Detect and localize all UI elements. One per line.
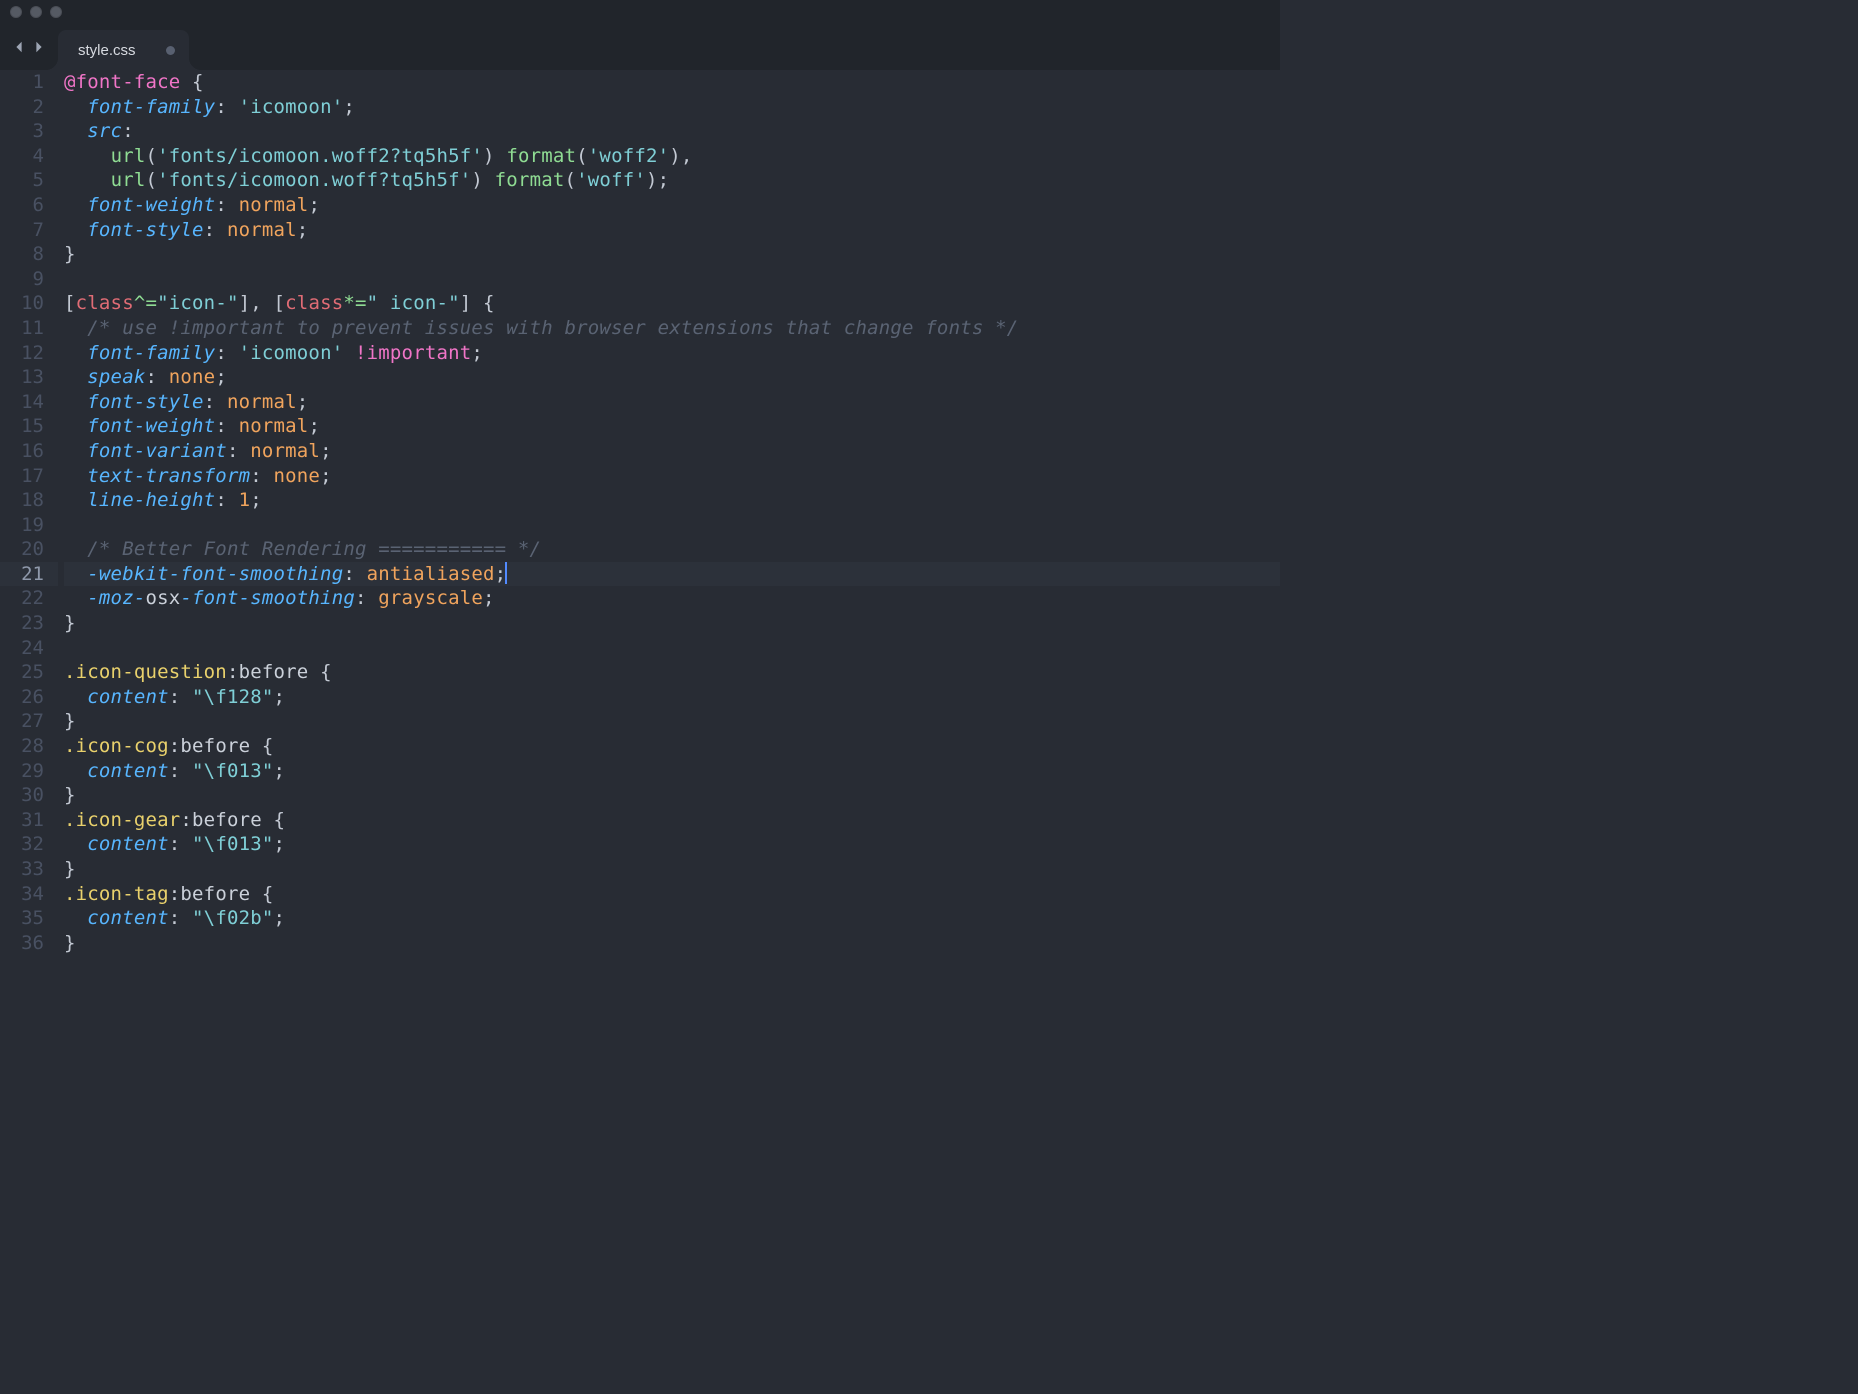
code-line[interactable]: src: [64,119,1280,144]
line-number: 32 [0,832,44,857]
code-line[interactable]: url('fonts/icomoon.woff?tq5h5f') format(… [64,168,1280,193]
code-line[interactable]: .icon-gear:before { [64,808,1280,833]
code-line[interactable]: } [64,783,1280,808]
code-line[interactable]: content: "\f128"; [64,685,1280,710]
line-number: 33 [0,857,44,882]
code-line[interactable]: } [64,709,1280,734]
code-line[interactable]: } [64,857,1280,882]
line-number: 24 [0,636,44,661]
code-line[interactable]: } [64,242,1280,267]
line-number: 11 [0,316,44,341]
line-number: 23 [0,611,44,636]
nav-back-icon[interactable] [12,40,26,54]
line-number: 10 [0,291,44,316]
line-number: 5 [0,168,44,193]
editor[interactable]: 1234567891011121314151617181920212223242… [0,70,1280,960]
code-line[interactable] [64,636,1280,661]
line-number: 16 [0,439,44,464]
line-number: 13 [0,365,44,390]
line-number: 4 [0,144,44,169]
code-line[interactable]: } [64,611,1280,636]
code-line[interactable]: url('fonts/icomoon.woff2?tq5h5f') format… [64,144,1280,169]
code-line[interactable]: /* Better Font Rendering =========== */ [64,537,1280,562]
nav-forward-icon[interactable] [32,40,46,54]
code-area[interactable]: @font-face { font-family: 'icomoon'; src… [58,70,1280,960]
tab-bar: style.css [0,24,1280,70]
line-number: 17 [0,464,44,489]
line-number: 15 [0,414,44,439]
line-number: 7 [0,218,44,243]
line-number: 36 [0,931,44,956]
code-line[interactable]: line-height: 1; [64,488,1280,513]
code-line[interactable]: -webkit-font-smoothing: antialiased; [64,562,1280,587]
line-number: 19 [0,513,44,538]
code-line[interactable]: } [64,931,1280,956]
line-number: 27 [0,709,44,734]
code-line[interactable]: font-variant: normal; [64,439,1280,464]
line-number: 6 [0,193,44,218]
line-number: 12 [0,341,44,366]
traffic-light-zoom[interactable] [50,6,62,18]
line-number: 30 [0,783,44,808]
code-line[interactable]: -moz-osx-font-smoothing: grayscale; [64,586,1280,611]
line-number: 21 [0,562,58,587]
code-line[interactable]: font-weight: normal; [64,193,1280,218]
code-line[interactable]: @font-face { [64,70,1280,95]
code-line[interactable]: font-weight: normal; [64,414,1280,439]
line-number: 20 [0,537,44,562]
line-number: 28 [0,734,44,759]
line-number: 31 [0,808,44,833]
code-line[interactable]: content: "\f013"; [64,832,1280,857]
line-number: 8 [0,242,44,267]
text-cursor [505,562,507,584]
line-number: 35 [0,906,44,931]
code-line[interactable]: .icon-cog:before { [64,734,1280,759]
line-number: 34 [0,882,44,907]
code-line[interactable]: content: "\f013"; [64,759,1280,784]
tab-filename: style.css [78,42,136,59]
line-number: 22 [0,586,44,611]
line-number-gutter: 1234567891011121314151617181920212223242… [0,70,58,960]
line-number: 14 [0,390,44,415]
code-line[interactable]: content: "\f02b"; [64,906,1280,931]
code-line[interactable]: font-style: normal; [64,390,1280,415]
code-line[interactable]: .icon-question:before { [64,660,1280,685]
line-number: 25 [0,660,44,685]
traffic-light-close[interactable] [10,6,22,18]
code-line[interactable]: speak: none; [64,365,1280,390]
window-titlebar [0,0,1280,24]
code-line[interactable]: text-transform: none; [64,464,1280,489]
code-line[interactable]: font-style: normal; [64,218,1280,243]
line-number: 29 [0,759,44,784]
line-number: 18 [0,488,44,513]
code-line[interactable] [64,267,1280,292]
traffic-light-minimize[interactable] [30,6,42,18]
code-line[interactable]: font-family: 'icomoon'; [64,95,1280,120]
code-line[interactable]: /* use !important to prevent issues with… [64,316,1280,341]
tab-active[interactable]: style.css [58,30,189,70]
code-line[interactable] [64,513,1280,538]
line-number: 1 [0,70,44,95]
code-line[interactable]: .icon-tag:before { [64,882,1280,907]
line-number: 2 [0,95,44,120]
line-number: 26 [0,685,44,710]
code-line[interactable]: [class^="icon-"], [class*=" icon-"] { [64,291,1280,316]
line-number: 3 [0,119,44,144]
line-number: 9 [0,267,44,292]
code-line[interactable]: font-family: 'icomoon' !important; [64,341,1280,366]
tab-dirty-indicator-icon [166,46,175,55]
